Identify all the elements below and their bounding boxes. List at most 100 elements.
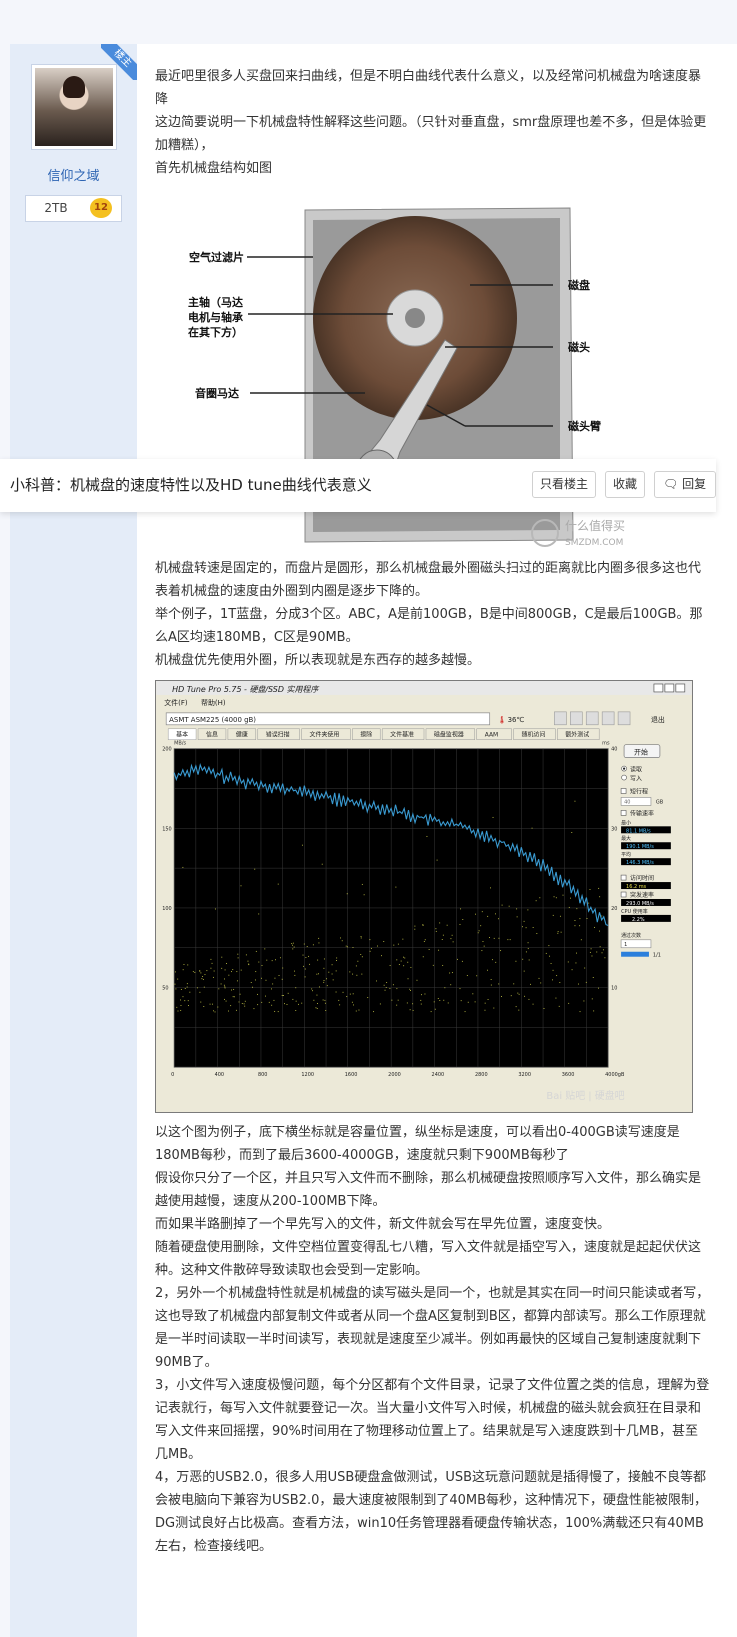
favorite-button[interactable]: 收藏 — [605, 471, 645, 498]
access-point — [312, 944, 314, 946]
access-point — [361, 973, 363, 975]
thread-title: 小科普：机械盘的速度特性以及HD tune曲线代表意义 — [10, 476, 372, 494]
access-point — [313, 999, 315, 1001]
download-icon[interactable] — [617, 711, 631, 726]
access-point — [557, 931, 559, 933]
level-badge: 12 — [90, 198, 112, 218]
author-name[interactable]: 信仰之域 — [10, 165, 137, 184]
access-point — [490, 887, 491, 889]
access-point — [459, 923, 461, 925]
access-point — [474, 1001, 476, 1003]
max-value: 190.1 MB/s — [626, 844, 654, 850]
access-point — [452, 941, 454, 943]
access-point — [515, 960, 517, 962]
access-point — [389, 964, 391, 966]
access-point — [318, 942, 320, 944]
access-point — [384, 989, 386, 991]
progress-text: 1/1 — [653, 953, 661, 959]
access-point — [433, 1001, 435, 1003]
access-point — [199, 970, 201, 972]
access-point — [369, 939, 371, 941]
short-stroke-checkbox[interactable] — [620, 788, 627, 794]
author-badge-box[interactable]: 2TB 12 — [25, 195, 122, 222]
access-point — [295, 1010, 297, 1011]
maximize-button[interactable] — [664, 683, 675, 693]
access-point — [275, 959, 276, 961]
tab-label: 随机访问 — [522, 731, 546, 739]
access-point — [484, 1002, 486, 1004]
access-point — [311, 988, 313, 990]
tab-label: 错误扫描 — [266, 731, 290, 739]
y-unit-right: ms — [602, 741, 610, 747]
access-point — [220, 983, 222, 985]
tab-label: 文件夹使用 — [310, 731, 340, 739]
access-point — [446, 924, 448, 926]
access-point — [304, 976, 306, 978]
access-point — [397, 943, 399, 945]
access-point — [271, 1004, 273, 1006]
access-point — [435, 930, 437, 932]
access-point — [244, 1005, 246, 1007]
options-icon[interactable] — [601, 711, 615, 726]
access-point — [373, 1011, 375, 1013]
access-point — [383, 941, 385, 942]
access-point — [241, 1003, 243, 1004]
access-point — [580, 939, 582, 941]
access-point — [523, 970, 525, 972]
access-point — [361, 883, 363, 885]
access-point — [336, 957, 338, 959]
access-point — [247, 960, 249, 962]
access-point — [490, 984, 492, 986]
access-point — [187, 1000, 189, 1002]
transfer-rate-checkbox[interactable] — [620, 810, 627, 816]
burst-checkbox[interactable] — [620, 891, 627, 898]
write-radio[interactable] — [621, 774, 627, 781]
menu-file[interactable]: 文件(F) — [164, 698, 188, 707]
access-point — [316, 1008, 318, 1009]
access-point — [601, 915, 603, 917]
access-point — [599, 946, 601, 948]
access-point — [594, 926, 595, 928]
access-point — [316, 973, 318, 975]
access-point — [237, 953, 239, 955]
access-point — [568, 906, 570, 908]
tab-label: 健康 — [236, 731, 248, 739]
access-point — [400, 960, 402, 962]
access-point — [210, 958, 212, 960]
access-point — [356, 974, 358, 976]
access-point — [213, 1010, 214, 1012]
access-point — [490, 979, 492, 980]
short-stroke-value: 40 — [624, 799, 630, 805]
access-point — [335, 970, 337, 972]
access-point — [559, 982, 561, 983]
access-point — [604, 957, 606, 959]
access-point — [528, 959, 530, 961]
x-tick-label: 3200 — [518, 1072, 531, 1078]
access-point — [559, 915, 561, 917]
minimize-button[interactable] — [653, 683, 664, 693]
menu-help[interactable]: 帮助(H) — [201, 698, 226, 707]
only-op-button[interactable]: 只看楼主 — [532, 471, 596, 498]
close-button[interactable] — [675, 683, 686, 693]
access-point — [274, 1010, 276, 1012]
access-point — [204, 974, 206, 976]
access-point — [491, 959, 493, 961]
access-point — [585, 981, 587, 983]
access-point — [294, 970, 295, 972]
access-point — [591, 998, 593, 1000]
x-tick-label: 4000gB — [605, 1072, 625, 1078]
access-point — [186, 986, 188, 988]
access-point — [434, 1008, 436, 1010]
camera-icon[interactable] — [585, 711, 599, 726]
access-point — [380, 955, 382, 957]
cpu-readout — [621, 914, 671, 922]
access-point — [358, 1009, 360, 1011]
access-point — [437, 998, 439, 999]
access-time-checkbox[interactable] — [620, 874, 627, 881]
reply-button[interactable]: 🗨 回复 — [654, 471, 716, 498]
copy-icon[interactable] — [554, 711, 567, 726]
paste-icon[interactable] — [570, 711, 583, 726]
access-point — [414, 925, 416, 927]
passes-value: 1 — [624, 942, 627, 948]
exit-button[interactable]: 退出 — [651, 715, 665, 724]
